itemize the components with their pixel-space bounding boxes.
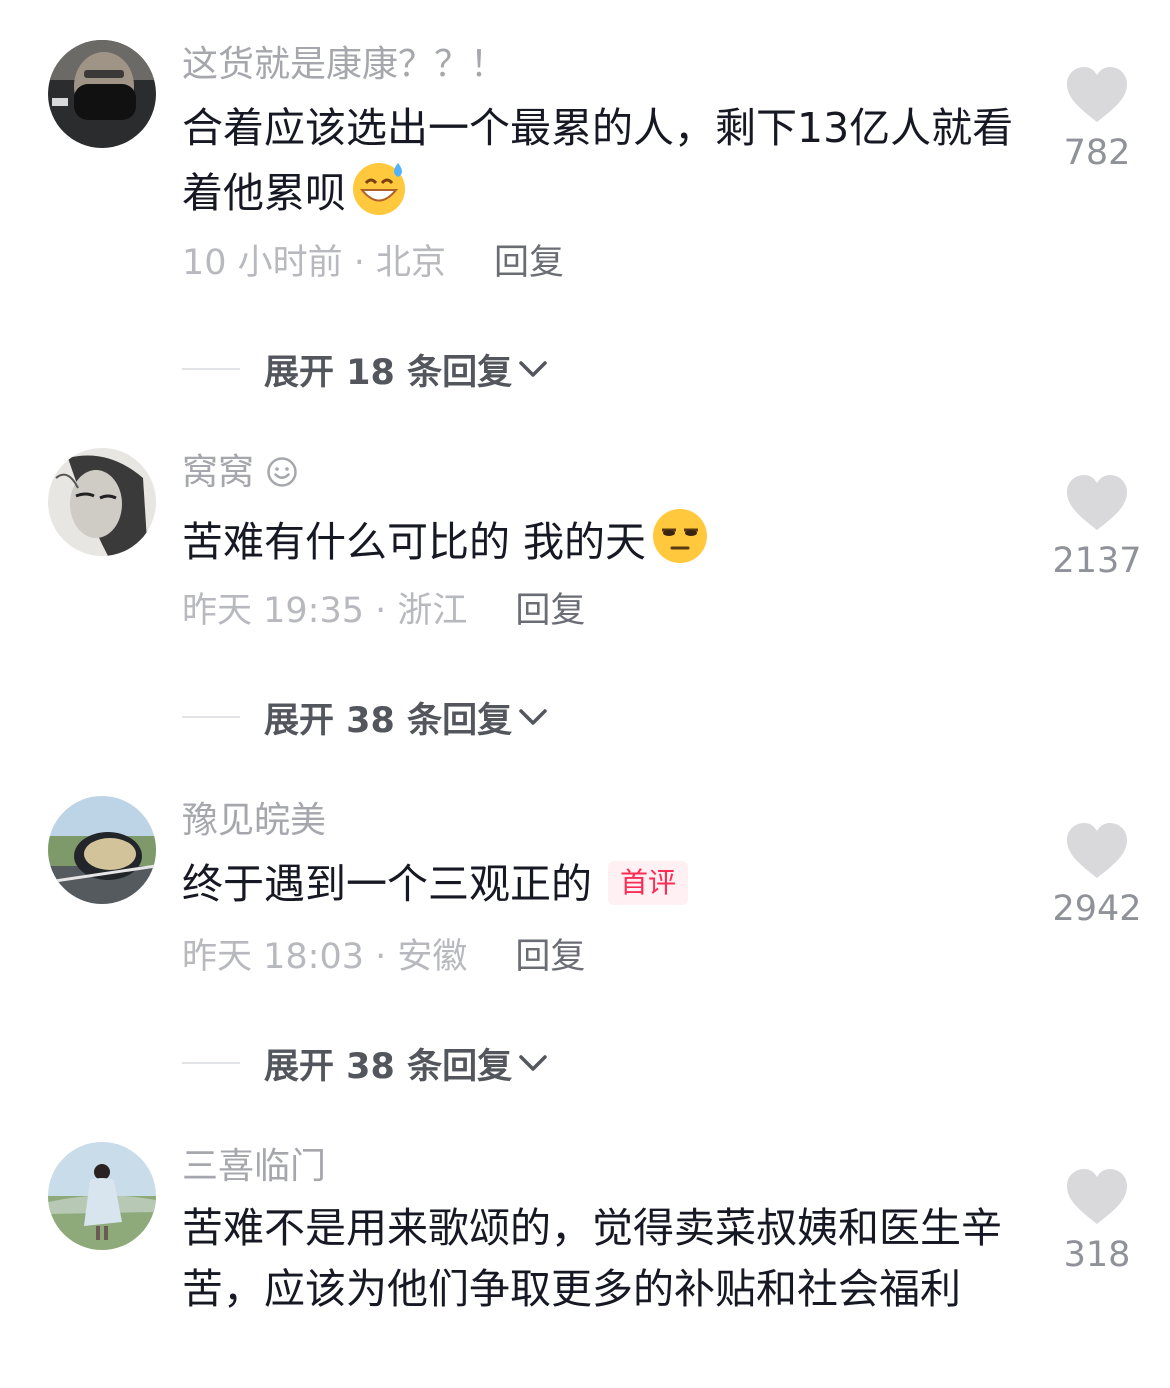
heart-icon: [1067, 823, 1127, 878]
like-count: 2137: [1052, 541, 1142, 581]
divider-line: [182, 1062, 240, 1064]
heart-icon: [1067, 475, 1127, 530]
like-button[interactable]: 782: [1052, 66, 1142, 174]
heart-icon: [1067, 67, 1127, 122]
expand-replies-button[interactable]: 展开 38 条回复: [182, 694, 548, 741]
comment-text: 合着应该选出一个最累的人，剩下13亿人就看着他累呗: [182, 98, 1022, 234]
comment-meta: 10 小时前 · 北京 回复: [182, 240, 564, 286]
reply-button[interactable]: 回复: [515, 934, 585, 980]
reply-button[interactable]: 回复: [494, 240, 564, 286]
heart-icon: [1067, 1169, 1127, 1224]
unamused-face-emoji: [650, 506, 710, 583]
like-count: 2942: [1052, 889, 1142, 929]
expand-replies-label: 展开 38 条回复: [264, 1046, 513, 1087]
like-count: 782: [1063, 133, 1131, 173]
avatar[interactable]: [48, 796, 156, 904]
smile-icon: [267, 457, 297, 487]
expand-replies-button[interactable]: 展开 18 条回复: [182, 346, 548, 393]
comment-text-body: 合着应该选出一个最累的人，剩下13亿人就看着他累呗: [182, 104, 1014, 217]
reply-button[interactable]: 回复: [515, 588, 585, 634]
username-text: 窝窝: [182, 452, 255, 493]
comment-text: 终于遇到一个三观正的 首评: [182, 854, 1022, 915]
comment-time-location: 10 小时前 · 北京: [182, 243, 447, 283]
avatar-image: [48, 40, 156, 148]
like-count: 318: [1063, 1235, 1131, 1275]
comment-text: 苦难有什么可比的 我的天: [182, 506, 1022, 583]
expand-replies-label: 展开 38 条回复: [264, 700, 513, 741]
comment-text-body: 苦难不是用来歌颂的，觉得卖菜叔姨和医生辛苦，应该为他们争取更多的补贴和社会福利: [182, 1204, 1002, 1313]
expand-replies-button[interactable]: 展开 38 条回复: [182, 1040, 548, 1087]
username[interactable]: 豫见皖美: [182, 798, 326, 844]
grinning-sweat-emoji: [350, 159, 408, 234]
chevron-down-icon: [519, 361, 547, 377]
comment-time-location: 昨天 19:35 · 浙江: [182, 591, 468, 631]
comment-meta: 昨天 18:03 · 安徽 回复: [182, 934, 585, 980]
divider-line: [182, 716, 240, 718]
like-button[interactable]: 318: [1052, 1168, 1142, 1276]
comment-text-body: 终于遇到一个三观正的: [182, 860, 592, 908]
avatar[interactable]: [48, 40, 156, 148]
comment-meta: 昨天 19:35 · 浙江 回复: [182, 588, 585, 634]
comment-time-location: 昨天 18:03 · 安徽: [182, 937, 468, 977]
expand-replies-label: 展开 18 条回复: [264, 352, 513, 393]
divider-line: [182, 368, 240, 370]
avatar-image: [48, 796, 156, 904]
username[interactable]: 这货就是康康？？！: [182, 42, 506, 88]
comment-text-body: 苦难有什么可比的 我的天: [182, 518, 647, 566]
avatar[interactable]: [48, 448, 156, 556]
username[interactable]: 三喜临门: [182, 1144, 326, 1190]
chevron-down-icon: [519, 709, 547, 725]
like-button[interactable]: 2942: [1052, 822, 1142, 930]
avatar-image: [48, 1142, 156, 1250]
like-button[interactable]: 2137: [1052, 474, 1142, 582]
avatar-image: [48, 448, 156, 556]
avatar[interactable]: [48, 1142, 156, 1250]
comment-text: 苦难不是用来歌颂的，觉得卖菜叔姨和医生辛苦，应该为他们争取更多的补贴和社会福利: [182, 1198, 1022, 1320]
username[interactable]: 窝窝: [182, 450, 298, 496]
first-comment-badge: 首评: [608, 861, 689, 905]
chevron-down-icon: [519, 1055, 547, 1071]
